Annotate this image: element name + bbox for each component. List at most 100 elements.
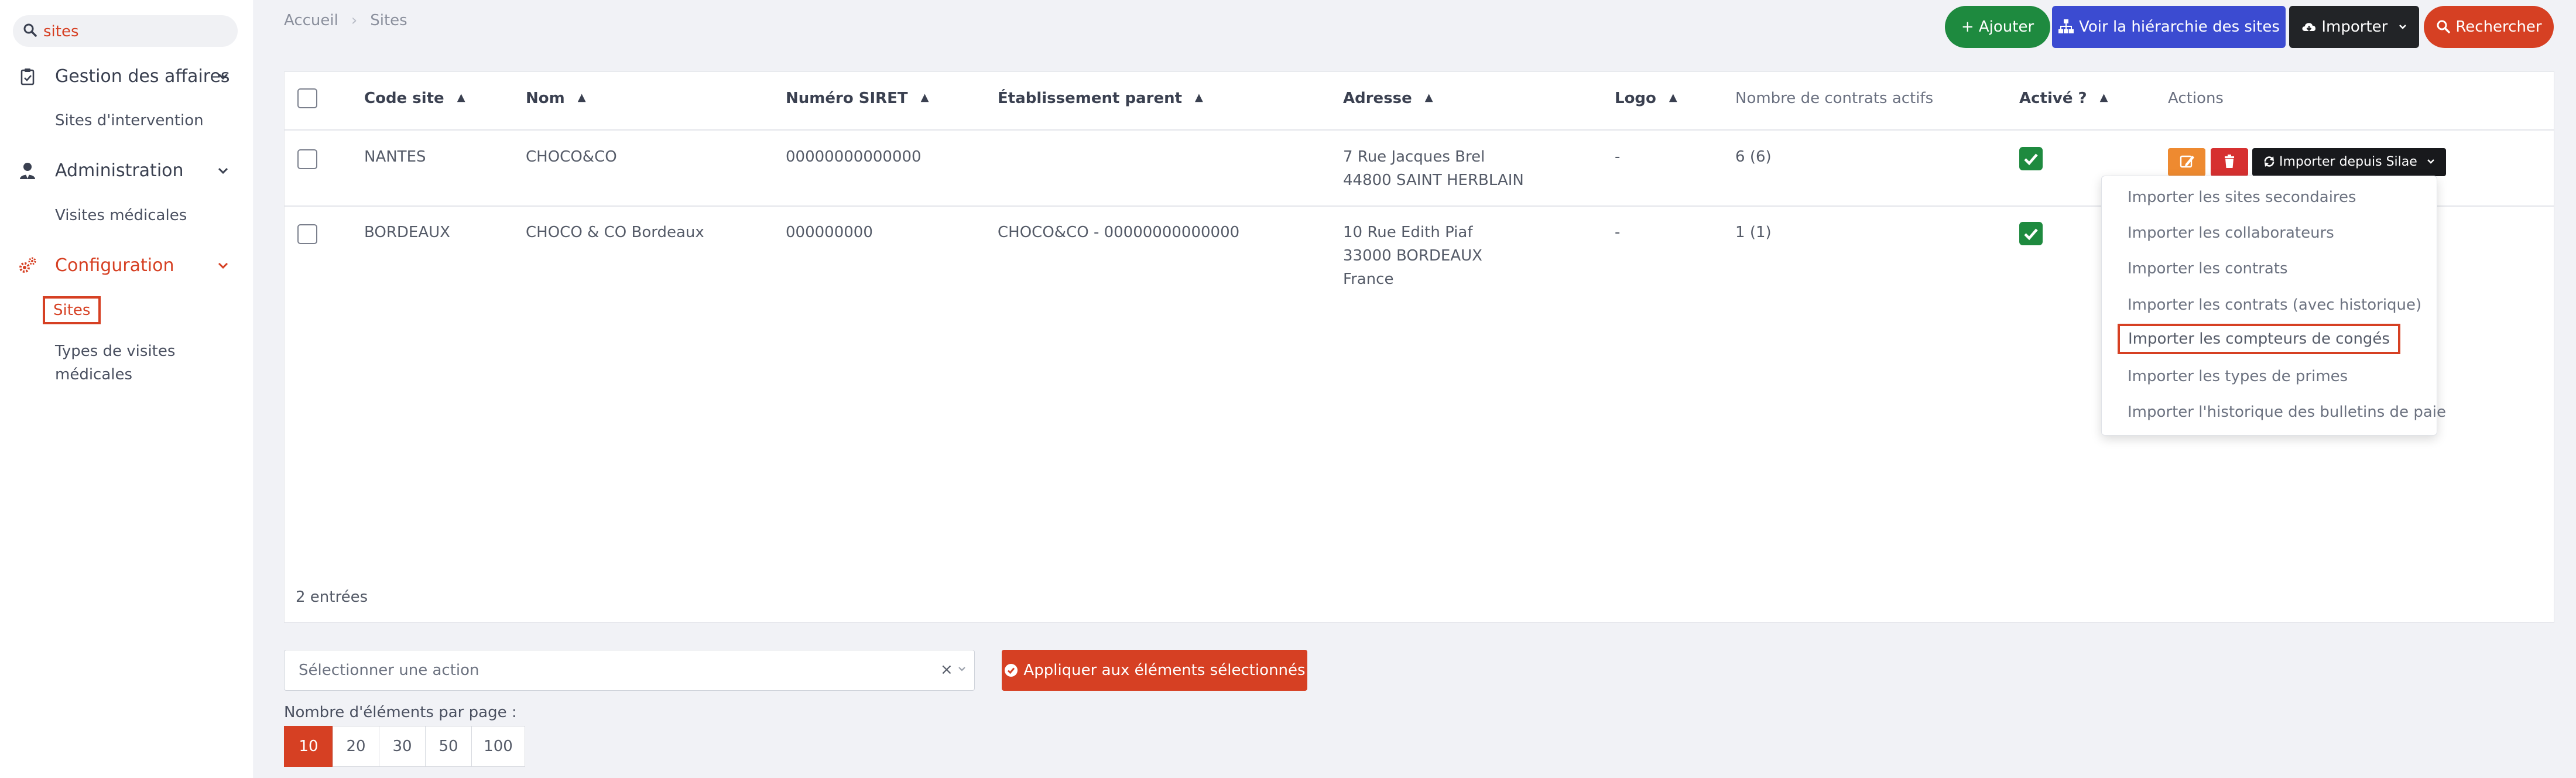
sort-icon: ▲: [577, 91, 586, 104]
per-page-selector: 10 20 30 50 100: [284, 726, 525, 767]
row-checkbox[interactable]: [297, 224, 317, 244]
col-actions: Actions: [2168, 90, 2224, 107]
per-page-option-30[interactable]: 30: [379, 726, 426, 767]
per-page-option-10[interactable]: 10: [284, 726, 333, 767]
col-label: Code site: [364, 90, 444, 107]
cell-adresse: 7 Rue Jacques Brel 44800 SAINT HERBLAIN: [1343, 145, 1524, 192]
chevron-down-icon: [218, 73, 228, 80]
user-tie-icon: [20, 163, 35, 179]
chevron-down-icon: [218, 262, 228, 269]
nav-group-configuration[interactable]: Configuration: [0, 249, 254, 282]
address-line: 44800 SAINT HERBLAIN: [1343, 172, 1524, 189]
add-button[interactable]: + Ajouter: [1945, 6, 2050, 48]
check-icon: [2024, 228, 2038, 241]
hierarchy-button[interactable]: Voir la hiérarchie des sites: [2052, 6, 2286, 48]
import-silae-label: Importer depuis Silae: [2279, 155, 2417, 169]
menu-item-types-primes[interactable]: Importer les types de primes: [2128, 364, 2348, 389]
menu-item-contrats[interactable]: Importer les contrats: [2128, 256, 2288, 282]
menu-item-compteurs-conges[interactable]: Importer les compteurs de congés: [2118, 324, 2400, 354]
contrats-count: 1: [1735, 224, 1745, 241]
chevron-down-icon: [2427, 159, 2434, 164]
contrats-total: (1): [1749, 224, 1772, 241]
nav-item-label: Types de visites: [55, 342, 176, 360]
nav-group-label: Gestion des affaires: [55, 66, 230, 87]
col-parent[interactable]: Établissement parent ▲: [998, 90, 1203, 107]
cell-code: NANTES: [364, 148, 426, 166]
col-adresse[interactable]: Adresse ▲: [1343, 90, 1433, 107]
col-label: Activé ?: [2019, 90, 2087, 107]
check-circle-icon: [1005, 664, 1018, 677]
menu-item-collaborateurs[interactable]: Importer les collaborateurs: [2128, 220, 2334, 246]
nav-item-visites-medicales[interactable]: Visites médicales: [55, 204, 187, 227]
bulk-action-placeholder: Sélectionner une action: [299, 662, 479, 679]
sidebar-search[interactable]: sites: [13, 15, 238, 47]
trash-icon: [2225, 155, 2234, 168]
address-line: 33000 BORDEAUX: [1343, 247, 1482, 265]
cell-logo: -: [1615, 148, 1621, 166]
nav-group-administration[interactable]: Administration: [0, 154, 254, 187]
per-page-option-50[interactable]: 50: [425, 726, 472, 767]
per-page-option-100[interactable]: 100: [471, 726, 525, 767]
sort-icon: ▲: [2099, 91, 2108, 104]
search-icon: [23, 23, 37, 37]
refresh-icon: [2264, 156, 2274, 167]
row-checkbox[interactable]: [297, 149, 317, 169]
breadcrumb-home[interactable]: Accueil: [284, 12, 338, 29]
col-logo[interactable]: Logo ▲: [1615, 90, 1677, 107]
chevron-down-icon: [218, 167, 228, 174]
cell-parent: CHOCO&CO - 00000000000000: [998, 224, 1240, 241]
edit-icon: [2180, 155, 2194, 168]
search-input[interactable]: sites: [43, 23, 79, 40]
sort-icon: ▲: [1669, 91, 1677, 104]
import-button[interactable]: Importer: [2289, 6, 2419, 48]
contrats-total: (6): [1749, 148, 1772, 166]
menu-item-contrats-historique[interactable]: Importer les contrats (avec historique): [2128, 292, 2421, 318]
apply-button[interactable]: Appliquer aux éléments sélectionnés: [1002, 650, 1307, 691]
sort-icon: ▲: [457, 91, 465, 104]
bulk-action-select[interactable]: Sélectionner une action ×: [284, 650, 975, 691]
col-label: Numéro SIRET: [786, 90, 908, 107]
clear-icon[interactable]: ×: [940, 661, 953, 678]
edit-button[interactable]: [2168, 148, 2205, 176]
chevron-down-icon: [957, 663, 967, 677]
nav-group-label: Administration: [55, 160, 184, 181]
sort-icon: ▲: [920, 91, 929, 104]
nav-group-gestion-affaires[interactable]: Gestion des affaires: [0, 60, 254, 92]
col-active[interactable]: Activé ? ▲: [2019, 90, 2108, 107]
delete-button[interactable]: [2211, 148, 2248, 176]
col-siret[interactable]: Numéro SIRET ▲: [786, 90, 929, 107]
import-silae-button[interactable]: Importer depuis Silae: [2252, 148, 2446, 176]
nav-item-sites-intervention[interactable]: Sites d'intervention: [55, 109, 204, 132]
search-label: Rechercher: [2455, 18, 2542, 36]
menu-item-sites-secondaires[interactable]: Importer les sites secondaires: [2128, 184, 2356, 210]
import-label: Importer: [2321, 18, 2388, 36]
col-code-site[interactable]: Code site ▲: [364, 90, 465, 107]
cell-contrats: 6 (6): [1735, 145, 1772, 169]
sort-icon: ▲: [1424, 91, 1433, 104]
col-nom[interactable]: Nom ▲: [526, 90, 586, 107]
check-icon: [2024, 153, 2038, 166]
menu-item-historique-bulletins[interactable]: Importer l'historique des bulletins de p…: [2128, 399, 2446, 425]
apply-label: Appliquer aux éléments sélectionnés: [1023, 662, 1306, 679]
cell-logo: -: [1615, 224, 1621, 241]
search-button[interactable]: Rechercher: [2424, 6, 2554, 48]
table-header: Code site ▲ Nom ▲ Numéro SIRET ▲ Établissem…: [285, 72, 2554, 131]
col-label: Logo: [1615, 90, 1656, 107]
address-line: 10 Rue Edith Piaf: [1343, 224, 1473, 241]
nav-item-sites[interactable]: Sites: [43, 296, 101, 324]
sitemap-icon: [2058, 19, 2074, 33]
active-checkbox[interactable]: [2019, 222, 2043, 245]
address-line: 7 Rue Jacques Brel: [1343, 148, 1485, 166]
select-all-checkbox[interactable]: [297, 88, 317, 108]
cell-adresse: 10 Rue Edith Piaf 33000 BORDEAUX France: [1343, 221, 1482, 291]
per-page-option-20[interactable]: 20: [333, 726, 379, 767]
active-checkbox[interactable]: [2019, 147, 2043, 170]
cloud-download-icon: [2302, 23, 2316, 32]
nav-item-types-visites[interactable]: Types de visites médicales: [55, 340, 175, 386]
sidebar: sites Gestion des affaires Sites d'inter…: [0, 0, 254, 778]
cell-contrats: 1 (1): [1735, 221, 1772, 244]
contrats-count: 6: [1735, 148, 1745, 166]
import-silae-menu: Importer les sites secondaires Importer …: [2101, 176, 2446, 436]
col-contrats: Nombre de contrats actifs: [1735, 90, 1934, 107]
cell-siret: 00000000000000: [786, 148, 922, 166]
